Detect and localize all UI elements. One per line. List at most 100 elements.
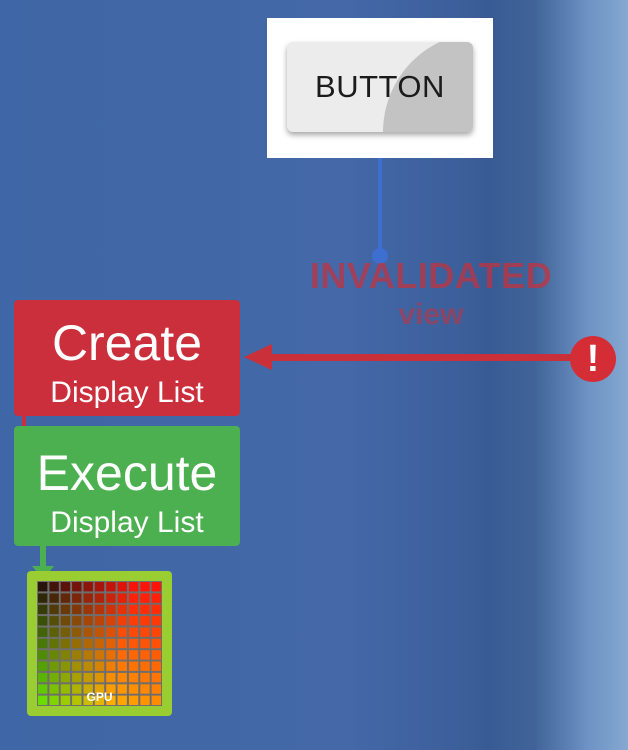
gpu-cell	[38, 593, 48, 603]
gpu-cell	[49, 616, 59, 626]
gpu-cell	[151, 582, 161, 592]
gpu-cell	[83, 672, 93, 683]
gpu-cell	[72, 616, 82, 626]
gpu-cell	[140, 627, 150, 637]
button-widget[interactable]: BUTTON	[287, 42, 473, 132]
execute-subtitle: Display List	[50, 506, 204, 539]
gpu-cell	[117, 604, 127, 615]
gpu-cell	[94, 627, 105, 637]
button-preview-card: BUTTON	[267, 18, 493, 158]
gpu-cell	[60, 593, 71, 603]
invalidate-arrow-line	[270, 354, 590, 361]
invalidation-connector-line	[378, 158, 382, 258]
gpu-cell	[38, 638, 48, 649]
gpu-cell	[151, 661, 161, 671]
gpu-cell	[117, 582, 127, 592]
gpu-cell	[128, 672, 139, 683]
gpu-cell	[151, 627, 161, 637]
gpu-cell	[128, 604, 139, 615]
invalidated-view-label: INVALIDATED view	[286, 258, 576, 330]
gpu-cell	[60, 672, 71, 683]
gpu-cell	[106, 638, 116, 649]
gpu-cell	[117, 616, 127, 626]
gpu-cell	[72, 593, 82, 603]
gpu-cell	[38, 582, 48, 592]
gpu-cell	[140, 582, 150, 592]
gpu-cell	[106, 582, 116, 592]
gpu-cell	[128, 616, 139, 626]
gpu-cell	[60, 616, 71, 626]
view-text: view	[398, 298, 464, 331]
gpu-cell	[140, 661, 150, 671]
gpu-cell	[106, 661, 116, 671]
gpu-cell	[83, 627, 93, 637]
gpu-cell	[106, 627, 116, 637]
gpu-cell	[106, 593, 116, 603]
gpu-cell	[128, 593, 139, 603]
gpu-cell	[106, 616, 116, 626]
execute-title: Execute	[36, 445, 218, 501]
gpu-cell	[83, 638, 93, 649]
gpu-cell	[117, 593, 127, 603]
gpu-cell	[38, 616, 48, 626]
gpu-cell	[49, 638, 59, 649]
gpu-cell	[72, 638, 82, 649]
gpu-cell	[72, 661, 82, 671]
gpu-cell	[60, 661, 71, 671]
gpu-cell	[94, 582, 105, 592]
gpu-cell	[38, 604, 48, 615]
gpu-cell	[72, 582, 82, 592]
gpu-cell	[83, 650, 93, 660]
gpu-cell	[38, 672, 48, 683]
gpu-cell	[106, 672, 116, 683]
gpu-cell	[140, 650, 150, 660]
gpu-cell	[38, 627, 48, 637]
gpu-cell	[151, 672, 161, 683]
invalidate-arrow-head	[244, 344, 272, 370]
gpu-cell	[140, 638, 150, 649]
gpu-cell	[117, 661, 127, 671]
gpu-cell	[60, 650, 71, 660]
create-title: Create	[51, 315, 203, 371]
gpu-cell	[151, 593, 161, 603]
gpu-cell	[128, 638, 139, 649]
gpu-cell	[83, 616, 93, 626]
gpu-cell	[83, 582, 93, 592]
gpu-cell	[49, 582, 59, 592]
gpu-cell	[117, 672, 127, 683]
gpu-cell	[72, 604, 82, 615]
gpu-cell	[151, 616, 161, 626]
gpu-cell	[49, 650, 59, 660]
gpu-cell	[83, 661, 93, 671]
gpu-cell	[106, 650, 116, 660]
gpu-cell	[60, 627, 71, 637]
gpu-cell	[140, 616, 150, 626]
gpu-cell	[49, 672, 59, 683]
gpu-cell	[38, 650, 48, 660]
gpu-cell	[49, 604, 59, 615]
gpu-cell	[140, 604, 150, 615]
gpu-chip-icon: GPU	[27, 571, 172, 716]
gpu-cell	[106, 604, 116, 615]
gpu-cell	[49, 661, 59, 671]
gpu-cell	[128, 650, 139, 660]
gpu-cell	[94, 661, 105, 671]
gpu-cell	[140, 672, 150, 683]
gpu-cell	[83, 604, 93, 615]
alert-icon: !	[570, 336, 616, 382]
gpu-label: GPU	[86, 690, 113, 704]
gpu-cell	[49, 627, 59, 637]
gpu-cell	[94, 638, 105, 649]
execute-display-list-box: Execute Display List	[14, 426, 240, 546]
gpu-cell	[117, 627, 127, 637]
gpu-cell	[151, 638, 161, 649]
gpu-cell	[72, 627, 82, 637]
gpu-cell	[151, 650, 161, 660]
gpu-cell	[128, 627, 139, 637]
gpu-cell	[94, 650, 105, 660]
gpu-cell	[60, 604, 71, 615]
gpu-cell	[117, 650, 127, 660]
create-subtitle: Display List	[50, 376, 204, 409]
gpu-cell	[94, 604, 105, 615]
gpu-cell	[83, 593, 93, 603]
